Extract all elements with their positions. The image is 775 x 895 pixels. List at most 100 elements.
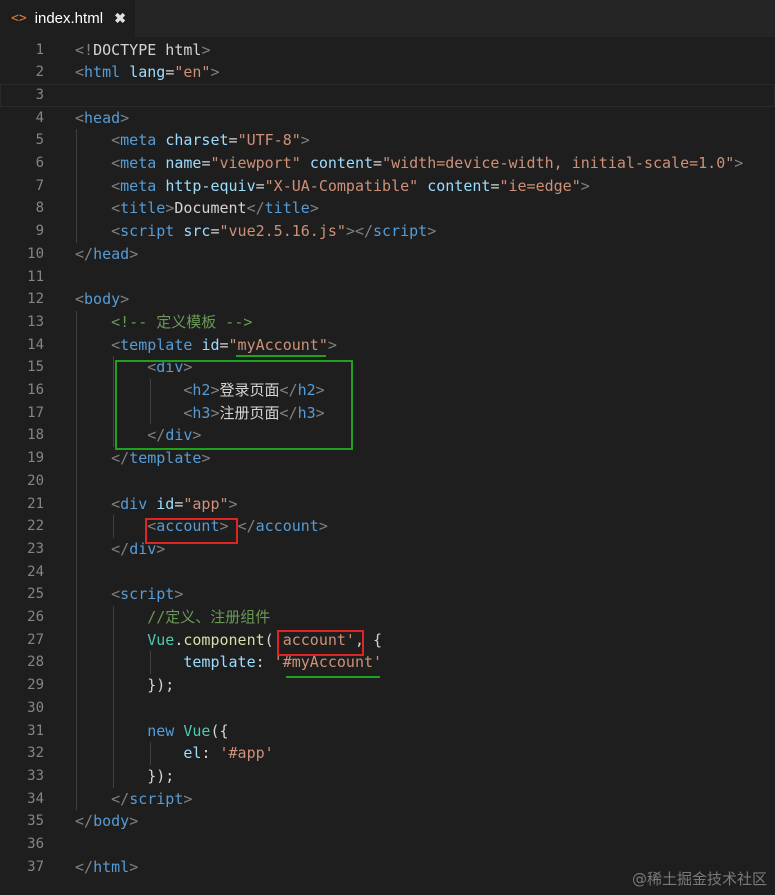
code-token: template — [120, 335, 193, 354]
code-line[interactable]: 27 Vue.component('account', { — [0, 629, 775, 652]
code-token: title — [120, 199, 166, 218]
code-token: = — [373, 154, 383, 172]
code-line[interactable]: 31 new Vue({ — [0, 720, 775, 743]
code-line[interactable]: 28 template: '#myAccount' — [0, 651, 775, 674]
code-text: <script> — [75, 583, 183, 606]
code-token: src — [183, 222, 211, 241]
code-token: </ — [75, 857, 94, 876]
code-token: </ — [246, 199, 265, 218]
code-line[interactable]: 11 — [0, 266, 775, 289]
code-line[interactable]: 19 </template> — [0, 447, 775, 470]
code-token: "myAccount" — [228, 335, 328, 354]
code-line[interactable]: 29 }); — [0, 674, 775, 697]
code-text: el: '#app' — [75, 742, 273, 765]
code-line[interactable]: 36 — [0, 833, 775, 856]
code-token: content — [309, 154, 374, 172]
code-token: </ — [111, 539, 130, 558]
code-line[interactable]: 24 — [0, 561, 775, 584]
code-token: = — [255, 176, 265, 195]
tab-index-html[interactable]: <> index.html ✖ — [0, 0, 135, 37]
code-line[interactable]: 4 <head> — [0, 107, 775, 130]
code-line[interactable]: 32 el: '#app' — [0, 742, 775, 765]
code-line[interactable]: 26 //定义、注册组件 — [0, 606, 775, 629]
code-token: < — [111, 199, 121, 218]
code-line[interactable]: 9 <script src="vue2.5.16.js"></script> — [0, 220, 775, 243]
code-token: title — [264, 199, 310, 218]
code-editor[interactable]: 1 <!DOCTYPE html> 2 <html lang="en"> 3 4 <head… — [0, 37, 775, 895]
code-token: = — [219, 335, 229, 354]
code-line[interactable]: 22 <account> </account> — [0, 515, 775, 538]
line-number: 26 — [27, 609, 44, 625]
code-token: > — [165, 199, 175, 218]
code-line[interactable]: 10 </head> — [0, 243, 775, 266]
code-line[interactable]: 14 <template id="myAccount"> — [0, 334, 775, 357]
code-token: '#myAccount' — [273, 653, 383, 672]
code-text: <title>Document</title> — [75, 197, 319, 220]
code-line[interactable]: 3 — [0, 83, 775, 107]
html-file-icon: <> — [11, 11, 27, 26]
line-number: 7 — [35, 177, 44, 194]
code-line[interactable]: 6 <meta name="viewport" content="width=d… — [0, 152, 775, 175]
code-token: > — [318, 517, 328, 536]
code-line[interactable]: 33 }); — [0, 765, 775, 788]
code-token: el — [183, 744, 202, 763]
code-line[interactable]: 34 </script> — [0, 788, 775, 811]
line-number: 16 — [27, 382, 44, 398]
line-number: 37 — [27, 858, 44, 875]
code-token: head — [84, 108, 121, 127]
code-token: < — [111, 494, 121, 513]
line-number: 19 — [27, 450, 44, 467]
indent-guide — [113, 356, 114, 448]
code-token: Vue — [147, 630, 175, 649]
code-token: meta — [120, 176, 157, 195]
code-line[interactable]: 8 <title>Document</title> — [0, 197, 775, 220]
code-line[interactable]: 13 <!-- 定义模板 --> — [0, 311, 775, 334]
code-token: = — [165, 63, 175, 82]
code-token: account — [255, 517, 319, 536]
code-line[interactable]: 7 <meta http-equiv="X-UA-Compatible" con… — [0, 175, 775, 198]
code-line[interactable]: 5 <meta charset="UTF-8"> — [0, 129, 775, 152]
code-token: charset — [165, 131, 229, 150]
code-token: "vue2.5.16.js" — [219, 222, 346, 241]
line-number: 9 — [35, 223, 44, 240]
code-text: }); — [75, 674, 174, 697]
code-token: meta — [120, 131, 157, 150]
code-line[interactable]: 20 — [0, 470, 775, 493]
tab-filename: index.html — [34, 10, 104, 27]
code-token: ({ — [210, 721, 229, 740]
code-line[interactable]: 12 <body> — [0, 288, 775, 311]
close-icon[interactable]: ✖ — [114, 10, 126, 27]
code-text: </body> — [75, 810, 138, 833]
code-token: > — [129, 812, 139, 831]
line-number: 6 — [35, 155, 44, 171]
code-line[interactable]: 30 — [0, 697, 775, 720]
line-number: 22 — [27, 518, 44, 535]
code-token: > — [129, 244, 139, 263]
line-number: 8 — [35, 200, 44, 217]
code-token: > — [580, 176, 590, 195]
code-line[interactable]: 23 </div> — [0, 538, 775, 561]
code-token: ></ — [345, 222, 374, 241]
code-token: div — [120, 494, 148, 513]
line-number: 11 — [27, 268, 44, 285]
code-token: Vue — [183, 721, 211, 740]
code-line[interactable]: 2 <html lang="en"> — [0, 61, 775, 84]
code-line[interactable]: 35 </body> — [0, 810, 775, 833]
line-number: 36 — [27, 836, 44, 852]
code-line[interactable]: 21 <div id="app"> — [0, 493, 775, 516]
code-line[interactable]: 1 <!DOCTYPE html> — [0, 39, 775, 62]
code-token: > — [183, 789, 193, 808]
code-token: < — [75, 108, 85, 127]
code-text: <script src="vue2.5.16.js"></script> — [75, 220, 436, 243]
code-text: <html lang="en"> — [75, 61, 220, 84]
code-line[interactable]: 25 <script> — [0, 583, 775, 606]
